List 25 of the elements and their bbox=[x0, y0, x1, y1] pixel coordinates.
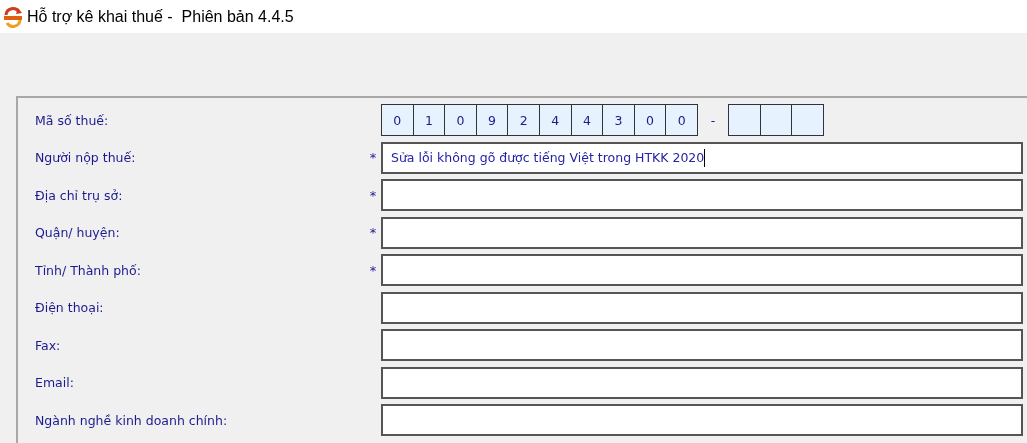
field-label: Người nộp thuế: bbox=[35, 150, 136, 165]
required-mark: * bbox=[369, 150, 377, 165]
separator: - bbox=[709, 112, 717, 128]
required-mark: * bbox=[369, 225, 377, 240]
field-label: Địa chỉ trụ sở: bbox=[35, 187, 123, 203]
field-label: Email: bbox=[35, 375, 74, 390]
field-label: Quận/ huyện: bbox=[35, 225, 120, 240]
input-field[interactable]: Sửa lỗi không gõ được tiếng Việt trong HTKK 2020 bbox=[381, 141, 1023, 174]
input-field[interactable] bbox=[381, 366, 1023, 399]
required-mark: * bbox=[369, 187, 377, 203]
field-label: Điện thoại: bbox=[35, 300, 104, 315]
field-label: Ngành nghề kinh doanh chính: bbox=[35, 412, 228, 428]
required-mark: * bbox=[369, 262, 377, 278]
input-field[interactable] bbox=[381, 404, 1023, 436]
input-field[interactable] bbox=[381, 179, 1023, 211]
field-label: Mã số thuế: bbox=[35, 112, 109, 128]
input-field[interactable] bbox=[381, 329, 1023, 361]
input-field[interactable] bbox=[381, 291, 1023, 324]
app-logo-icon bbox=[2, 5, 24, 28]
window-title: Hỗ trợ kê khai thuế - Phiên bản 4.4.5 bbox=[27, 7, 294, 26]
input-field[interactable] bbox=[381, 254, 1023, 286]
text-cursor bbox=[704, 148, 706, 167]
field-label: Fax: bbox=[35, 337, 61, 353]
input-field[interactable] bbox=[381, 216, 1023, 249]
field-label: Tỉnh/ Thành phố: bbox=[35, 262, 141, 278]
